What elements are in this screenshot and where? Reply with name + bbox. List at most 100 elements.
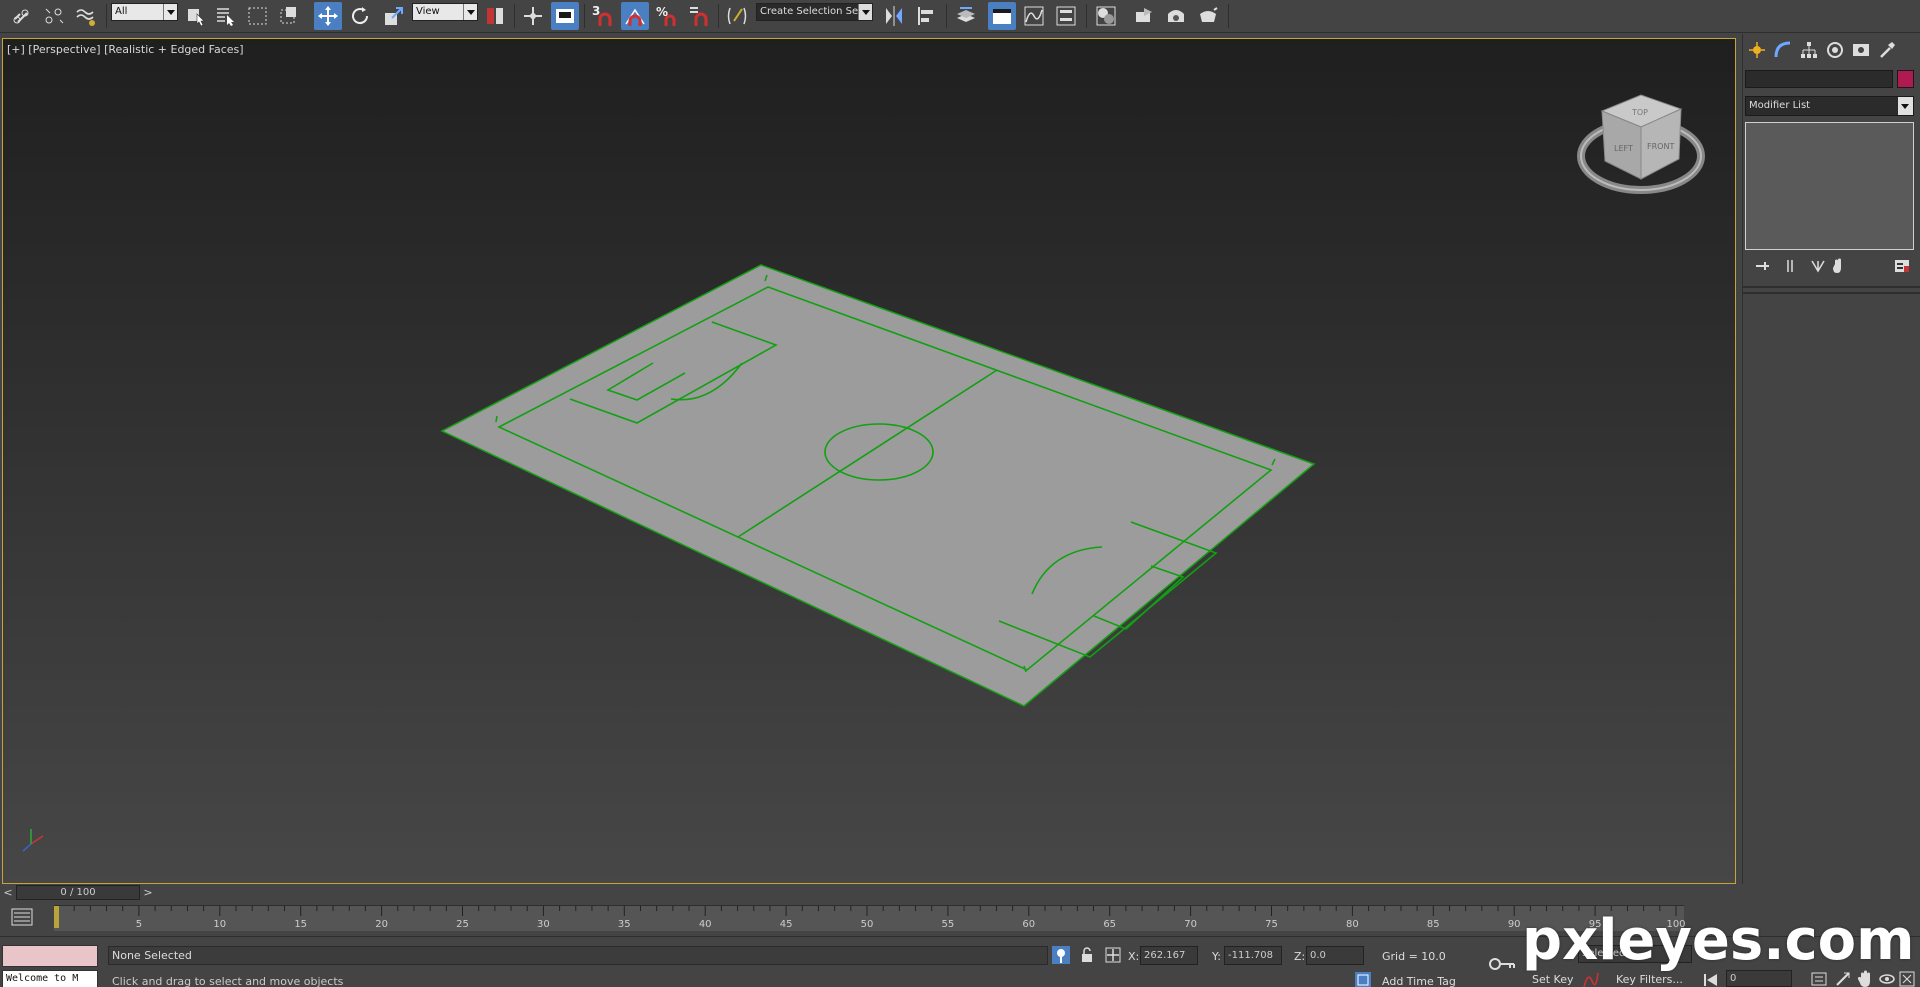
toolbar-separator (106, 4, 107, 28)
y-coordinate-field[interactable]: -111.708 (1224, 946, 1282, 965)
rendered-frame-window-icon[interactable] (1162, 2, 1190, 30)
named-selection-sets-dropdown[interactable]: Create Selection Se (756, 3, 873, 21)
object-name-field[interactable] (1745, 70, 1893, 88)
snap-toggle-label: 3 (592, 4, 601, 18)
select-and-manipulate-icon[interactable] (519, 2, 547, 30)
spinner-snap-toggle-icon[interactable] (685, 2, 713, 30)
y-coordinate-label: Y: (1212, 950, 1221, 963)
viewcube-left-label: LEFT (1614, 144, 1633, 153)
angle-snap-toggle-icon[interactable] (621, 2, 649, 30)
make-unique-icon[interactable] (1807, 256, 1829, 276)
chevron-down-icon[interactable] (163, 4, 177, 20)
selection-filter-dropdown[interactable]: All (111, 3, 178, 21)
select-and-move-icon[interactable] (314, 2, 342, 30)
select-and-rotate-icon[interactable] (346, 2, 374, 30)
modify-tab-icon[interactable] (1773, 40, 1793, 60)
percent-snap-toggle-icon[interactable]: % (653, 2, 681, 30)
render-setup-icon[interactable] (1130, 2, 1158, 30)
panel-divider (1743, 292, 1920, 294)
modifier-stack[interactable] (1745, 122, 1914, 250)
layer-manager-icon[interactable] (952, 2, 980, 30)
named-selection-value: Create Selection Se (760, 6, 859, 17)
track-tick-label: 55 (941, 919, 955, 930)
schematic-view-icon[interactable] (1052, 2, 1080, 30)
current-frame-marker[interactable] (54, 906, 59, 928)
scene-canvas: LEFT FRONT TOP (22, 94, 1705, 852)
keyboard-shortcut-override-icon[interactable] (551, 2, 579, 30)
window-crossing-icon[interactable] (276, 2, 304, 30)
open-mini-curve-editor-icon[interactable] (10, 907, 34, 927)
material-editor-icon[interactable] (1092, 2, 1120, 30)
previous-frame-button[interactable]: < (0, 885, 16, 900)
curve-editor-icon[interactable] (1020, 2, 1048, 30)
key-icon[interactable] (1488, 955, 1516, 973)
select-and-scale-icon[interactable] (380, 2, 408, 30)
remove-modifier-icon[interactable] (1827, 256, 1849, 276)
pin-stack-icon[interactable] (1751, 256, 1773, 276)
viewcube[interactable]: LEFT FRONT TOP (1577, 94, 1705, 194)
selection-lock-icon[interactable] (1078, 946, 1096, 964)
select-object-icon[interactable] (182, 2, 210, 30)
time-slider-thumb[interactable]: 0 / 100 (16, 885, 140, 900)
track-tick-label: 50 (860, 919, 874, 930)
key-filters-button[interactable]: Key Filters... (1616, 973, 1683, 986)
axis-tripod (22, 829, 44, 852)
reference-coordinate-dropdown[interactable]: View (412, 3, 478, 21)
field-plane[interactable] (440, 264, 1316, 707)
chevron-down-icon[interactable] (858, 4, 872, 20)
mirror-icon[interactable] (880, 2, 908, 30)
track-tick-label: 75 (1265, 919, 1278, 930)
hierarchy-tab-icon[interactable] (1799, 40, 1819, 60)
configure-modifier-sets-icon[interactable] (1891, 256, 1913, 276)
x-coordinate-field[interactable]: 262.167 (1140, 946, 1198, 965)
maxscript-output[interactable]: Welcome to M (2, 970, 98, 987)
create-tab-icon[interactable] (1747, 40, 1767, 60)
time-tag-icon[interactable] (1354, 971, 1372, 987)
rectangular-selection-region-icon[interactable] (244, 2, 272, 30)
set-key-button[interactable]: Set Key (1532, 973, 1574, 986)
chevron-down-icon[interactable] (1898, 97, 1913, 115)
display-tab-icon[interactable] (1851, 40, 1871, 60)
z-coordinate-field[interactable]: 0.0 (1306, 946, 1364, 965)
track-tick-label: 40 (698, 919, 712, 930)
motion-tab-icon[interactable] (1825, 40, 1845, 60)
track-tick-label: 25 (456, 919, 469, 930)
unlink-selection-icon[interactable] (40, 2, 68, 30)
toggle-ribbon-icon[interactable] (988, 2, 1016, 30)
object-color-swatch[interactable] (1897, 70, 1914, 88)
isolate-selection-icon[interactable] (1052, 946, 1070, 964)
modifier-list-dropdown[interactable]: Modifier List (1745, 96, 1914, 116)
key-filter-curve-icon[interactable] (1582, 971, 1600, 987)
next-frame-button[interactable]: > (140, 885, 156, 900)
track-ruler[interactable]: 5 10 15 20 25 30 35 40 45 50 55 60 65 70 75 80 85 90 95 100 (54, 905, 1686, 931)
absolute-mode-transform-icon[interactable] (1104, 946, 1122, 964)
select-by-name-icon[interactable] (212, 2, 240, 30)
render-production-icon[interactable] (1194, 2, 1222, 30)
add-time-tag[interactable]: Add Time Tag (1382, 975, 1456, 987)
align-icon[interactable] (913, 2, 941, 30)
track-tick-label: 10 (213, 919, 227, 930)
track-tick-label: 85 (1426, 919, 1440, 930)
utilities-tab-icon[interactable] (1877, 40, 1897, 60)
x-coordinate-label: X: (1128, 950, 1140, 963)
select-and-link-icon[interactable] (8, 2, 36, 30)
track-tick-label: 80 (1346, 919, 1359, 930)
selection-filter-value: All (115, 6, 128, 17)
selection-status: None Selected (108, 946, 1048, 965)
edit-named-selection-icon[interactable] (723, 2, 751, 30)
track-tick-label: 35 (617, 919, 631, 930)
time-slider[interactable]: < 0 / 100 > (0, 884, 1742, 902)
main-toolbar: All View 3 % Create Selection Se (0, 0, 1920, 33)
bind-to-space-warp-icon[interactable] (72, 2, 100, 30)
go-to-start-icon[interactable] (1702, 971, 1720, 987)
maxscript-mini-listener[interactable] (2, 945, 98, 967)
snaps-toggle-icon[interactable]: 3 (589, 2, 617, 30)
chevron-down-icon[interactable] (463, 4, 477, 20)
perspective-viewport[interactable]: [+] [Perspective] [Realistic + Edged Fac… (2, 38, 1736, 884)
trackbar[interactable]: 5 10 15 20 25 30 35 40 45 50 55 60 65 70 75 80 85 90 95 100 (0, 903, 1742, 933)
panel-divider (1743, 286, 1920, 288)
3ds-max-window: All View 3 % Create Selection Se [+] [Pe… (0, 0, 1920, 987)
use-pivot-point-center-icon[interactable] (481, 2, 509, 30)
viewcube-front-label: FRONT (1647, 142, 1674, 151)
show-end-result-icon[interactable] (1779, 256, 1801, 276)
